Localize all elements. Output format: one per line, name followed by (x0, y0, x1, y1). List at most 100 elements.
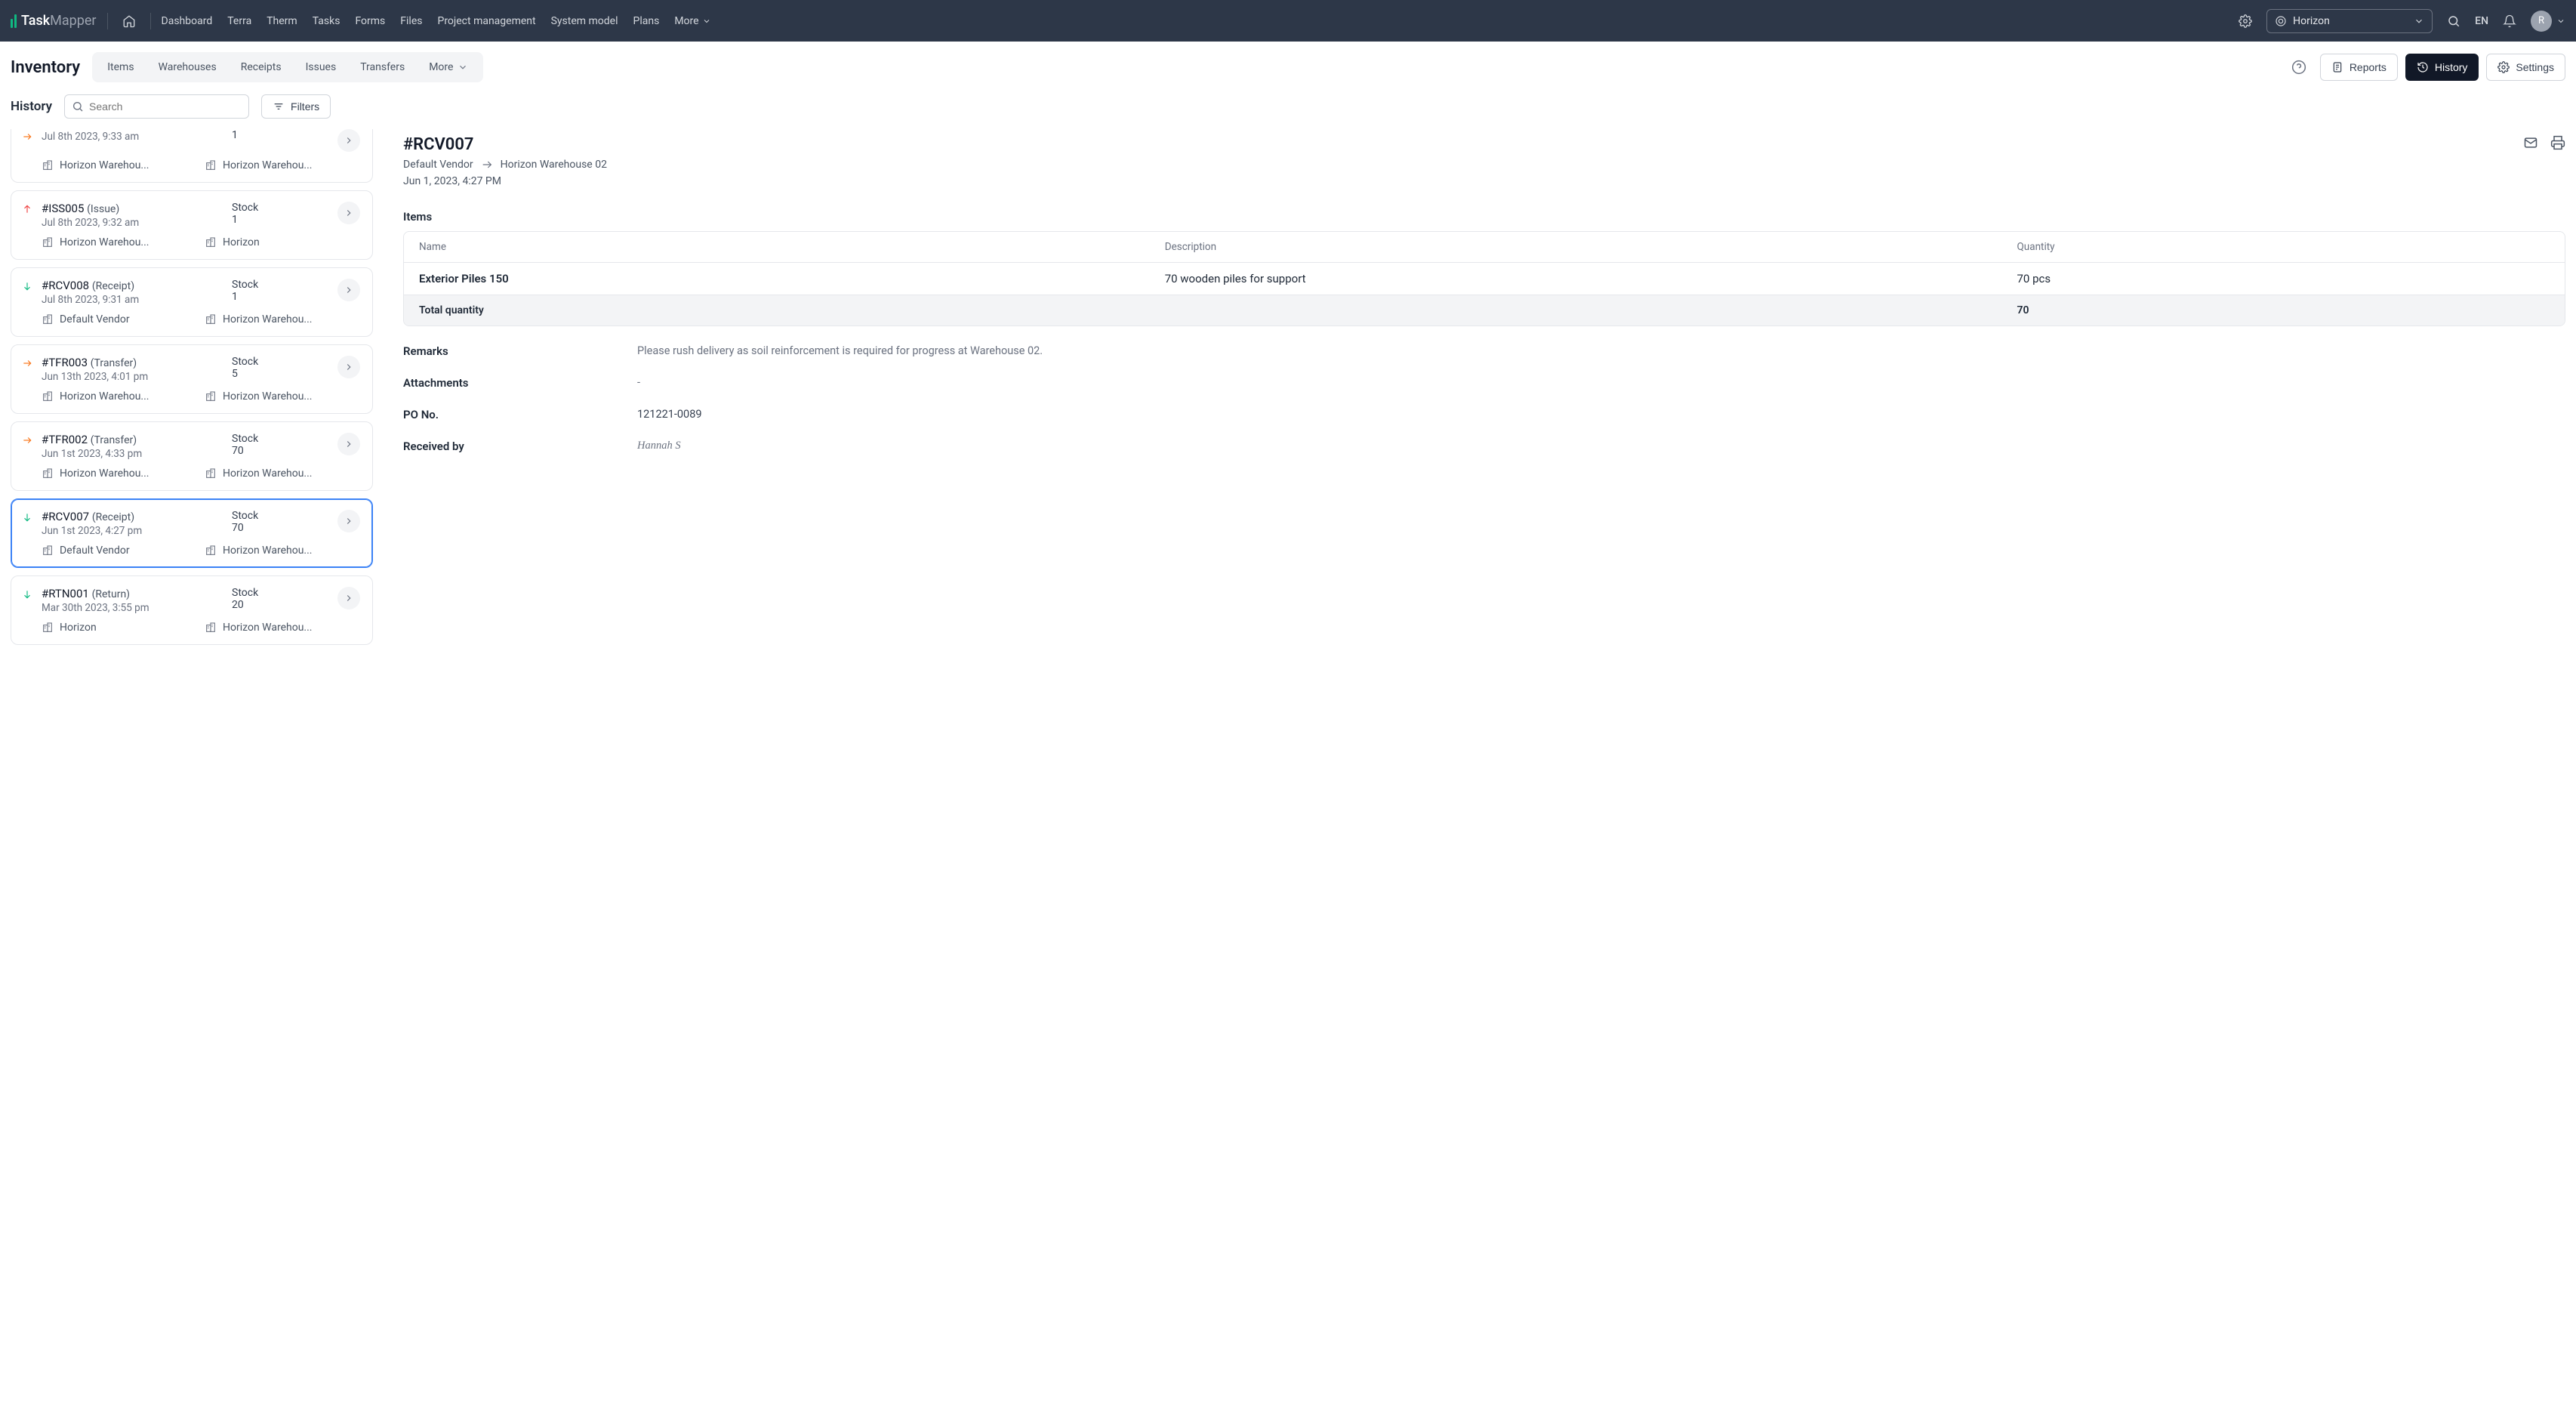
filters-button[interactable]: Filters (261, 94, 331, 119)
history-list[interactable]: Jul 8th 2023, 9:33 am1Horizon Warehou...… (11, 129, 373, 1399)
card-title: #RCV008 (Receipt) (42, 279, 232, 292)
table-header: Name Description Quantity (404, 232, 2565, 262)
tab-receipts[interactable]: Receipts (229, 55, 294, 79)
app-logo[interactable]: TaskMapper (11, 13, 97, 29)
stock-value: 1 (232, 129, 337, 141)
email-button[interactable] (2523, 135, 2538, 150)
tab-warehouses[interactable]: Warehouses (146, 55, 229, 79)
stock-value: 5 (232, 368, 337, 380)
tab-issues[interactable]: Issues (294, 55, 349, 79)
nav-tasks[interactable]: Tasks (313, 15, 340, 27)
nav-more[interactable]: More (674, 15, 710, 27)
notifications-button[interactable] (2499, 11, 2520, 32)
nav-dashboard[interactable]: Dashboard (162, 15, 213, 27)
nav-terra[interactable]: Terra (227, 15, 251, 27)
language-button[interactable]: EN (2475, 15, 2488, 27)
reports-button[interactable]: Reports (2320, 54, 2398, 81)
card-from: Default Vendor (42, 545, 197, 557)
expand-button[interactable] (337, 433, 360, 455)
total-value: 70 (2017, 304, 2550, 316)
expand-button[interactable] (337, 279, 360, 301)
detail-date: Jun 1, 2023, 4:27 PM (403, 175, 2565, 187)
history-card[interactable]: Jul 8th 2023, 9:33 am1 Horizon Warehou...… (11, 129, 373, 183)
history-card[interactable]: #ISS005 (Issue)Jul 8th 2023, 9:32 amStoc… (11, 190, 373, 260)
expand-button[interactable] (337, 129, 360, 152)
nav-forms[interactable]: Forms (355, 15, 385, 27)
card-to: Horizon (205, 236, 360, 248)
project-name: Horizon (2293, 15, 2408, 27)
stock-label: Stock (232, 587, 337, 599)
history-button[interactable]: History (2405, 54, 2479, 81)
po-label: PO No. (403, 408, 637, 421)
detail-panel: #RCV007 Default Vendor Horizon Warehouse… (403, 129, 2565, 1399)
nav-files[interactable]: Files (400, 15, 422, 27)
card-to: Horizon Warehou... (205, 467, 360, 480)
stock-value: 20 (232, 599, 337, 611)
expand-button[interactable] (337, 587, 360, 609)
history-card[interactable]: #RCV008 (Receipt)Jul 8th 2023, 9:31 amSt… (11, 267, 373, 337)
filter-icon (273, 100, 285, 113)
items-table: Name Description Quantity Exterior Piles… (403, 231, 2565, 326)
tab-more[interactable]: More (417, 55, 480, 79)
nav-project-management[interactable]: Project management (437, 15, 535, 27)
card-to: Horizon Warehou... (205, 622, 360, 634)
nav-therm[interactable]: Therm (267, 15, 297, 27)
nav-plans[interactable]: Plans (633, 15, 660, 27)
tab-transfers[interactable]: Transfers (348, 55, 417, 79)
search-icon (2447, 14, 2460, 28)
remarks-label: Remarks (403, 344, 637, 358)
help-button[interactable] (2285, 54, 2313, 81)
history-card[interactable]: #TFR002 (Transfer)Jun 1st 2023, 4:33 pmS… (11, 421, 373, 491)
item-description: 70 wooden piles for support (1165, 272, 2017, 285)
sub-header-actions: Reports History Settings (2285, 54, 2565, 81)
card-to: Horizon Warehou... (205, 545, 360, 557)
user-menu[interactable]: R (2531, 11, 2565, 32)
card-from: Horizon Warehou... (42, 390, 197, 403)
main-content: Jul 8th 2023, 9:33 am1Horizon Warehou...… (0, 129, 2576, 1410)
project-dropdown[interactable]: Horizon (2266, 9, 2433, 33)
card-date: Jul 8th 2023, 9:32 am (42, 217, 232, 229)
settings-gear-button[interactable] (2235, 11, 2256, 32)
history-card[interactable]: #RTN001 (Return)Mar 30th 2023, 3:55 pmSt… (11, 575, 373, 645)
transfer-icon (22, 358, 34, 370)
expand-button[interactable] (337, 202, 360, 224)
stock-value: 1 (232, 291, 337, 303)
transfer-icon (22, 131, 34, 143)
po-value: 121221-0089 (637, 408, 2565, 421)
issue-icon (22, 204, 34, 216)
card-date: Jul 8th 2023, 9:33 am (42, 131, 232, 143)
help-icon (2291, 60, 2306, 75)
history-card[interactable]: #RCV007 (Receipt)Jun 1st 2023, 4:27 pmSt… (11, 498, 373, 568)
settings-button[interactable]: Settings (2486, 54, 2565, 81)
logo-text-1: Task (21, 13, 50, 29)
nav-system-model[interactable]: System model (551, 15, 618, 27)
page-title: Inventory (11, 58, 80, 77)
chevron-down-icon (458, 62, 468, 73)
logo-text-2: Mapper (50, 13, 96, 29)
history-card[interactable]: #TFR003 (Transfer)Jun 13th 2023, 4:01 pm… (11, 344, 373, 414)
top-nav-right: Horizon EN R (2235, 9, 2565, 33)
table-row: Exterior Piles 150 70 wooden piles for s… (404, 262, 2565, 295)
print-button[interactable] (2550, 135, 2565, 150)
chevron-down-icon (2414, 16, 2424, 26)
tab-items[interactable]: Items (95, 55, 146, 79)
receipt-icon (22, 512, 34, 524)
card-to: Horizon Warehou... (205, 390, 360, 403)
home-button[interactable] (119, 11, 140, 32)
expand-button[interactable] (337, 356, 360, 378)
search-button[interactable] (2443, 11, 2464, 32)
target-icon (2275, 15, 2287, 27)
stock-label: Stock (232, 510, 337, 522)
expand-button[interactable] (337, 510, 360, 532)
history-icon (2417, 61, 2429, 73)
col-description: Description (1165, 241, 2017, 253)
search-icon (72, 100, 84, 113)
sub-tabs: Items Warehouses Receipts Issues Transfe… (92, 52, 483, 82)
card-date: Jul 8th 2023, 9:31 am (42, 294, 232, 306)
detail-to: Horizon Warehouse 02 (501, 159, 607, 171)
report-icon (2331, 61, 2343, 73)
card-from: Horizon Warehou... (42, 159, 197, 171)
bell-icon (2503, 14, 2516, 28)
search-input[interactable] (64, 94, 249, 119)
item-name: Exterior Piles 150 (419, 272, 1165, 285)
